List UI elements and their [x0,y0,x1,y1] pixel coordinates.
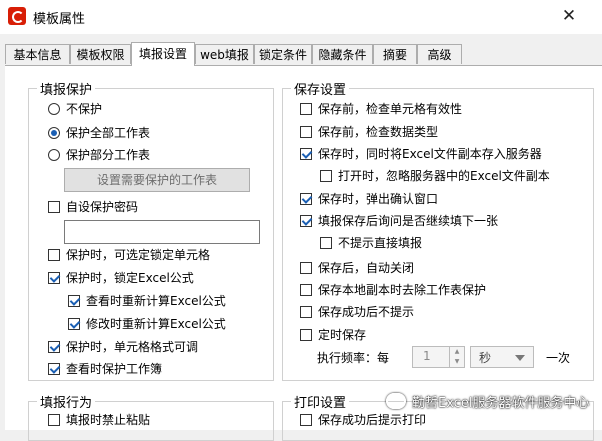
tab-content-panel: 填报保护 不保护 保护全部工作表 保护部分工作表 设置需要保护的工作表 自设保护… [5,65,602,441]
tab-web-fill[interactable]: web填报 [195,44,254,64]
checkbox-icon[interactable] [48,249,60,261]
close-icon[interactable]: ✕ [554,4,584,28]
frequency-suffix: 一次 [546,351,571,365]
tab-hide-conditions[interactable]: 隐藏条件 [312,44,373,64]
checkbox-icon[interactable] [300,148,312,160]
checkbox-icon[interactable] [300,103,312,115]
checkbox-icon[interactable] [320,237,332,249]
radio-button-icon[interactable] [48,149,60,161]
checkbox-icon[interactable] [48,341,60,353]
spinner-arrows-icon[interactable]: ▲ ▼ [449,347,464,367]
wechat-logo-icon [386,393,406,409]
save-excel-copy-to-server-option[interactable]: 保存时，同时将Excel文件副本存入服务器 [300,145,542,163]
recalc-on-view-option[interactable]: 查看时重新计算Excel公式 [68,292,226,310]
checkbox-icon[interactable] [300,215,312,227]
checkbox-icon[interactable] [68,295,80,307]
checkbox-icon[interactable] [300,193,312,205]
tab-lock-conditions[interactable]: 锁定条件 [254,44,312,64]
check-validity-before-save-option[interactable]: 保存前，检查单元格有效性 [300,100,462,118]
frequency-value: 1 [423,349,431,363]
ignore-server-copy-on-open-option[interactable]: 打开时，忽略服务器中的Excel文件副本 [320,167,550,185]
tab-strip: 基本信息 模板权限 填报设置 web填报 锁定条件 隐藏条件 摘要 高级 [0,42,602,66]
checkbox-icon[interactable] [300,262,312,274]
prompt-print-after-save-option[interactable]: 保存成功后提示打印 [300,411,426,429]
checkbox-icon[interactable] [300,306,312,318]
confirm-on-save-option[interactable]: 保存时，弹出确认窗口 [300,190,438,208]
fill-without-prompt-option[interactable]: 不提示直接填报 [320,234,422,252]
protect-workbook-on-view-option[interactable]: 查看时保护工作簿 [48,360,162,378]
checkbox-icon[interactable] [300,126,312,138]
radio-no-protect[interactable]: 不保护 [48,100,102,118]
frequency-label: 执行频率：每 [317,351,390,365]
tab-basic-info[interactable]: 基本信息 [5,44,70,64]
frequency-spinner[interactable]: 1 ▲ ▼ [412,346,465,368]
watermark: 勤哲Excel服务器软件服务中心 [386,393,589,413]
recalc-on-edit-option[interactable]: 修改时重新计算Excel公式 [68,315,226,333]
chevron-down-icon [515,355,525,361]
title-bar: 模板属性 ✕ [0,0,602,34]
radio-button-icon[interactable] [48,103,60,115]
window-title: 模板属性 [33,12,86,27]
save-group-title: 保存设置 [291,79,350,98]
frequency-unit-select[interactable]: 秒 [470,346,534,368]
protect-group-title: 填报保护 [37,79,96,98]
timed-save-option[interactable]: 定时保存 [300,326,366,344]
tab-summary[interactable]: 摘要 [373,44,417,64]
checkbox-icon[interactable] [300,414,312,426]
check-datatype-before-save-option[interactable]: 保存前，检查数据类型 [300,123,438,141]
checkbox-icon[interactable] [48,363,60,375]
app-logo-icon [8,7,26,25]
radio-button-icon[interactable] [48,127,60,139]
checkbox-icon[interactable] [48,272,60,284]
select-locked-cells-option[interactable]: 保护时，可选定锁定单元格 [48,246,210,264]
lock-excel-formula-option[interactable]: 保护时，锁定Excel公式 [48,269,194,287]
radio-protect-all[interactable]: 保护全部工作表 [48,124,150,142]
remove-protection-local-copy-option[interactable]: 保存本地副本时去除工作表保护 [300,281,486,299]
fill-behavior-group-title: 填报行为 [37,392,96,411]
print-group-title: 打印设置 [291,392,350,411]
checkbox-icon[interactable] [320,170,332,182]
disable-paste-option[interactable]: 填报时禁止粘贴 [48,411,150,429]
cell-format-adjustable-option[interactable]: 保护时，单元格格式可调 [48,338,198,356]
checkbox-icon[interactable] [48,414,60,426]
tab-template-permissions[interactable]: 模板权限 [70,44,131,64]
tab-advanced[interactable]: 高级 [417,44,462,64]
password-input[interactable] [64,220,260,244]
auto-close-after-save-option[interactable]: 保存后，自动关闭 [300,259,414,277]
checkbox-icon[interactable] [300,284,312,296]
tab-fill-settings[interactable]: 填报设置 [131,42,195,66]
no-prompt-after-save-option[interactable]: 保存成功后不提示 [300,303,414,321]
checkbox-icon[interactable] [68,318,80,330]
radio-protect-partial[interactable]: 保护部分工作表 [48,146,150,164]
ask-continue-after-save-option[interactable]: 填报保存后询问是否继续填下一张 [300,212,498,230]
checkbox-icon[interactable] [300,329,312,341]
set-protected-sheets-button[interactable]: 设置需要保护的工作表 [64,168,250,192]
custom-password-option[interactable]: 自设保护密码 [48,198,138,216]
checkbox-icon[interactable] [48,201,60,213]
frequency-unit-value: 秒 [479,351,492,365]
